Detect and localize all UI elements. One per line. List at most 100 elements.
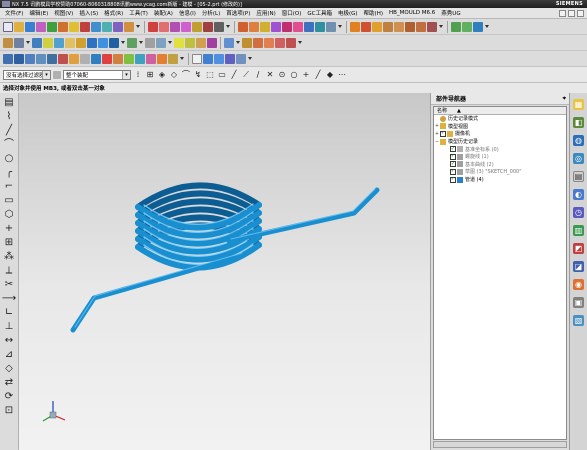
layer-settings-icon[interactable] [14,37,24,48]
profile-icon[interactable]: ⌇ [3,111,15,122]
sketch-fillet-icon[interactable]: ╭ [3,167,15,178]
tree-item-model-views[interactable]: + 模型视图 [434,123,566,131]
dropdown-arrow-icon[interactable] [236,40,240,45]
helix-icon[interactable] [80,53,90,64]
sketch-polygon-icon[interactable]: ⬡ [3,209,15,220]
cube-iso-icon[interactable] [225,53,235,64]
sketch-arc-icon[interactable]: ⌒ [3,139,15,150]
section-view-icon[interactable] [156,37,166,48]
line-icon[interactable] [14,53,24,64]
assembly-navigator-tab-icon[interactable]: ▦ [573,99,584,110]
unite-icon[interactable] [238,21,248,32]
project-curve-icon[interactable] [102,53,112,64]
pin-icon[interactable]: ⌖ [563,95,566,103]
dropdown-arrow-icon[interactable] [26,40,30,45]
tree-item-basic-curves[interactable]: ✓ 基本曲线 (2) [434,161,566,169]
pad-icon[interactable] [113,21,123,32]
checkbox-checked-icon[interactable]: ✓ [450,146,456,153]
make-corner-icon[interactable]: ∟ [3,307,15,318]
system-materials-tab-icon[interactable]: ▥ [573,225,584,236]
restore-button[interactable] [568,9,575,17]
animate-dimension-icon[interactable]: ⟳ [3,391,15,402]
endpoint-snap-icon[interactable]: ╱ [229,70,239,80]
boss-icon[interactable] [91,21,101,32]
inferred-constraints-icon[interactable]: ⊡ [3,405,15,416]
history-tab-icon[interactable]: ◷ [573,207,584,218]
roles-tab-icon[interactable]: ◉ [573,279,584,290]
dropdown-arrow-icon[interactable] [485,24,489,29]
measure-distance-icon[interactable] [224,37,234,48]
pan-icon[interactable] [65,37,75,48]
mould-wizard-icon[interactable] [451,21,461,32]
checkbox-checked-icon[interactable]: ✓ [450,168,456,175]
process-studio-tab-icon[interactable]: ◩ [573,243,584,254]
part-navigator-tab-icon[interactable]: ◍ [573,135,584,146]
revolve-icon[interactable] [58,21,68,32]
hide-icon[interactable] [174,37,184,48]
cylinder-icon[interactable] [361,21,371,32]
close-button[interactable] [577,9,584,17]
control-point-snap-icon[interactable]: ∕ [253,70,263,80]
dropdown-arrow-icon[interactable] [121,40,125,45]
shell-icon[interactable] [181,21,191,32]
thicken-icon[interactable] [304,21,314,32]
tree-item-model-history[interactable]: − 模型历史记录 [434,138,566,146]
menu-file[interactable]: 文件(F) [2,9,26,17]
point-icon[interactable] [3,53,13,64]
menu-information[interactable]: 信息(I) [176,9,199,17]
shaded-icon[interactable] [98,37,108,48]
cube-top-icon[interactable] [214,53,224,64]
box-icon[interactable] [350,21,360,32]
lasso-select-icon[interactable]: ⬚ [205,70,215,80]
offset-face-icon[interactable] [192,21,202,32]
checkbox-checked-icon[interactable]: ✓ [450,161,456,168]
trim-curve-icon[interactable] [146,53,156,64]
selection-scope-select[interactable]: 整个装配 ▾ [63,69,131,80]
background-icon[interactable] [145,37,155,48]
sketch-finish-icon[interactable]: ▤ [3,97,15,108]
parting-icon[interactable] [462,21,472,32]
menu-application[interactable]: 应用(N) [253,9,278,17]
save-icon[interactable] [25,21,35,32]
web-browser-tab-icon[interactable]: ◐ [573,189,584,200]
constraints-icon[interactable]: ⊥ [3,321,15,332]
thread-icon[interactable] [416,21,426,32]
part-navigator-tree[interactable]: 名称 ▲ 历史记录模式 + 模型视图 + ✓ 摄像机 − 模型历史记录 ✓ 基准… [433,106,567,440]
intersect-icon[interactable] [260,21,270,32]
delete-icon[interactable] [286,37,296,48]
edge-blend-icon[interactable] [148,21,158,32]
menu-insert[interactable]: 插入(S) [76,9,101,17]
center-snap-icon[interactable]: ⊙ [277,70,287,80]
mirror-icon[interactable] [282,21,292,32]
navigator-scrollbar[interactable] [433,441,567,448]
tube-icon[interactable] [394,21,404,32]
dropdown-arrow-icon[interactable] [226,24,230,29]
move-object-icon[interactable] [275,37,285,48]
perspective-icon[interactable] [76,37,86,48]
midpoint-snap-icon[interactable]: ⟋ [241,70,251,80]
sketch-point-icon[interactable]: + [3,223,15,234]
menu-yanxiu-ug[interactable]: 燕秀UG [438,9,463,17]
hole-icon[interactable] [80,21,90,32]
alternate-solution-icon[interactable]: ⇄ [3,377,15,388]
rotate-view-icon[interactable] [54,37,64,48]
cube-front-icon[interactable] [203,53,213,64]
bridge-curve-icon[interactable] [124,53,134,64]
edge-select-icon[interactable]: ⌒ [181,70,191,80]
fit-view-icon[interactable] [32,37,42,48]
intersection-curve-icon[interactable] [113,53,123,64]
wireframe-icon[interactable] [109,37,119,48]
menu-assembly[interactable]: 装配(A) [151,9,176,17]
rectangle-icon[interactable] [47,53,57,64]
menu-hb-mould[interactable]: HB_MOULD M6.6 [386,10,438,16]
pattern-icon[interactable] [271,21,281,32]
sketch-chamfer-icon[interactable]: ⌐ [3,181,15,192]
draft-icon[interactable] [170,21,180,32]
filter-options-icon[interactable] [53,70,61,79]
dropdown-arrow-icon[interactable] [180,56,184,61]
quick-extend-icon[interactable]: ⟶ [2,293,16,304]
divide-curve-icon[interactable] [157,53,167,64]
reuse-library-tab-icon[interactable]: ◎ [573,153,584,164]
column-header[interactable]: 名称 ▲ [434,107,566,115]
trim-body-icon[interactable] [203,21,213,32]
